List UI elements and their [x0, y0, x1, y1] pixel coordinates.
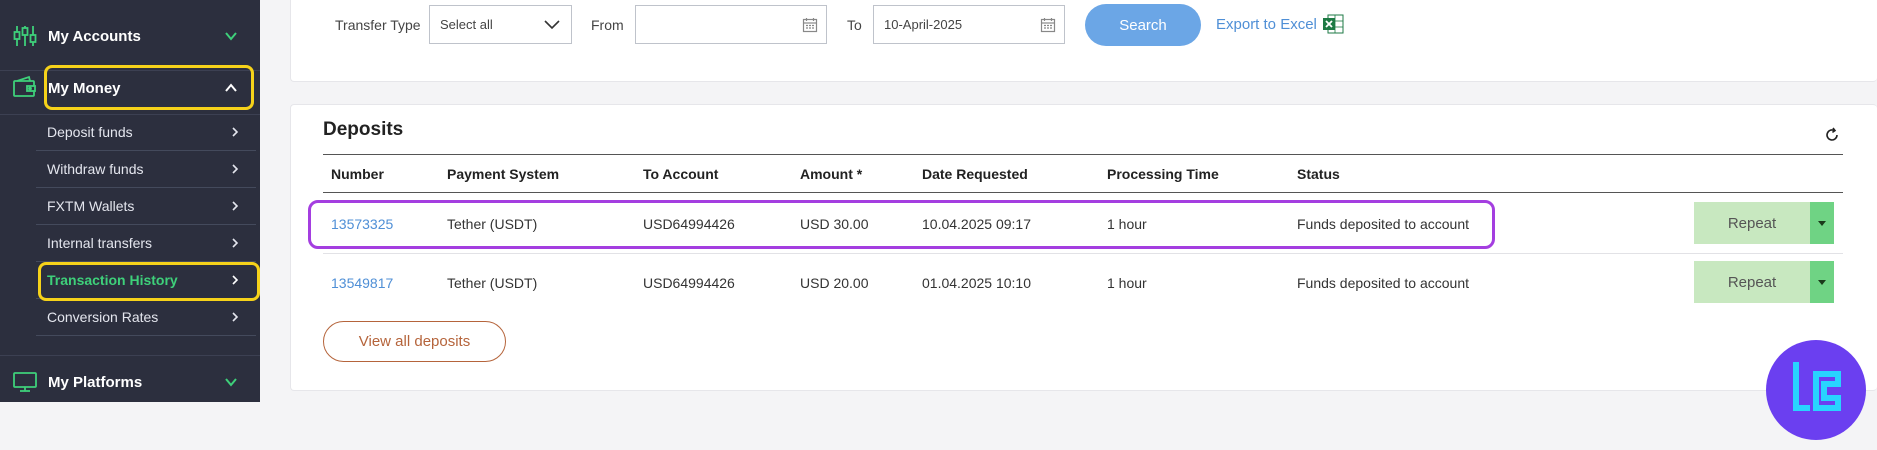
- sidebar: My Accounts My Money Deposit funds Withd…: [0, 0, 260, 402]
- table-header-top-border: [323, 154, 1843, 155]
- chevron-right-icon: [232, 127, 239, 137]
- sidebar-item-conversion-rates[interactable]: Conversion Rates: [36, 299, 256, 336]
- sidebar-item-label: Deposit funds: [47, 124, 133, 140]
- date-requested-cell: 10.04.2025 09:17: [922, 216, 1031, 232]
- from-date-input[interactable]: [635, 5, 827, 44]
- chevron-down-icon: [544, 20, 560, 30]
- to-date-input[interactable]: 10-April-2025: [873, 5, 1065, 44]
- from-label: From: [591, 17, 624, 33]
- deposit-number-link[interactable]: 13573325: [331, 216, 393, 232]
- sidebar-item-my-accounts[interactable]: My Accounts: [0, 6, 260, 66]
- payment-system-cell: Tether (USDT): [447, 275, 538, 291]
- search-button[interactable]: Search: [1085, 4, 1201, 46]
- sidebar-item-label: Withdraw funds: [47, 161, 144, 177]
- column-header-processing-time: Processing Time: [1107, 166, 1219, 182]
- to-account-cell: USD64994426: [643, 216, 735, 232]
- transfer-type-label: Transfer Type: [335, 17, 421, 33]
- deposits-panel: [290, 104, 1877, 391]
- sidebar-item-label: Transaction History: [47, 272, 178, 288]
- sidebar-item-label: FXTM Wallets: [47, 198, 135, 214]
- column-header-payment-system: Payment System: [447, 166, 560, 182]
- deposits-title: Deposits: [323, 119, 404, 140]
- status-cell: Funds deposited to account: [1297, 216, 1470, 232]
- calendar-icon[interactable]: [802, 17, 818, 33]
- chevron-down-icon: [225, 32, 237, 41]
- repeat-dropdown-toggle[interactable]: [1810, 202, 1834, 244]
- transfer-type-value: Select all: [440, 17, 493, 32]
- repeat-dropdown-toggle[interactable]: [1810, 261, 1834, 303]
- transfer-type-select[interactable]: Select all: [429, 5, 572, 44]
- sliders-icon: [13, 26, 37, 46]
- amount-cell: USD 20.00: [800, 275, 869, 291]
- sidebar-item-my-platforms[interactable]: My Platforms: [0, 352, 260, 412]
- processing-time-cell: 1 hour: [1107, 216, 1147, 232]
- brand-logo-icon: [1766, 340, 1866, 440]
- chevron-right-icon: [232, 312, 239, 322]
- sidebar-label: My Platforms: [48, 373, 143, 391]
- caret-down-icon: [1818, 279, 1826, 285]
- chevron-down-icon: [225, 378, 237, 387]
- column-header-number: Number: [331, 166, 384, 182]
- sidebar-item-deposit-funds[interactable]: Deposit funds: [36, 114, 256, 151]
- wallet-icon: [13, 75, 36, 97]
- table-header-bottom-border: [323, 192, 1843, 193]
- chevron-right-icon: [232, 275, 239, 285]
- sidebar-item-transaction-history[interactable]: Transaction History: [36, 262, 256, 299]
- row-divider: [323, 253, 1843, 254]
- chevron-up-icon: [225, 83, 237, 92]
- monitor-icon: [13, 372, 37, 392]
- chevron-right-icon: [232, 238, 239, 248]
- column-header-amount: Amount *: [800, 166, 863, 182]
- to-label: To: [847, 17, 862, 33]
- view-all-deposits-button[interactable]: View all deposits: [323, 321, 506, 362]
- sidebar-label: My Accounts: [48, 27, 141, 45]
- sidebar-item-internal-transfers[interactable]: Internal transfers: [36, 225, 256, 262]
- deposit-number-link[interactable]: 13549817: [331, 275, 393, 291]
- sidebar-item-my-money[interactable]: My Money: [0, 58, 260, 118]
- export-to-excel-link[interactable]: Export to Excel: [1216, 16, 1317, 33]
- sidebar-item-withdraw-funds[interactable]: Withdraw funds: [36, 151, 256, 188]
- status-cell: Funds deposited to account: [1297, 275, 1470, 291]
- to-account-cell: USD64994426: [643, 275, 735, 291]
- to-date-value: 10-April-2025: [884, 17, 963, 32]
- payment-system-cell: Tether (USDT): [447, 216, 538, 232]
- amount-cell: USD 30.00: [800, 216, 869, 232]
- sidebar-item-label: Internal transfers: [47, 235, 153, 251]
- calendar-icon[interactable]: [1040, 17, 1056, 33]
- column-header-status: Status: [1297, 166, 1340, 182]
- caret-down-icon: [1818, 220, 1826, 226]
- column-header-date-requested: Date Requested: [922, 166, 1028, 182]
- date-requested-cell: 01.04.2025 10:10: [922, 275, 1031, 291]
- sidebar-label: My Money: [48, 79, 121, 97]
- sidebar-item-label: Conversion Rates: [47, 309, 159, 325]
- excel-icon[interactable]: [1322, 13, 1344, 35]
- repeat-label: Repeat: [1727, 273, 1777, 291]
- repeat-label: Repeat: [1727, 214, 1777, 232]
- refresh-icon[interactable]: [1824, 127, 1840, 143]
- column-header-to-account: To Account: [643, 166, 719, 182]
- chevron-right-icon: [232, 164, 239, 174]
- sidebar-item-fxtm-wallets[interactable]: FXTM Wallets: [36, 188, 256, 225]
- processing-time-cell: 1 hour: [1107, 275, 1147, 291]
- chevron-right-icon: [232, 201, 239, 211]
